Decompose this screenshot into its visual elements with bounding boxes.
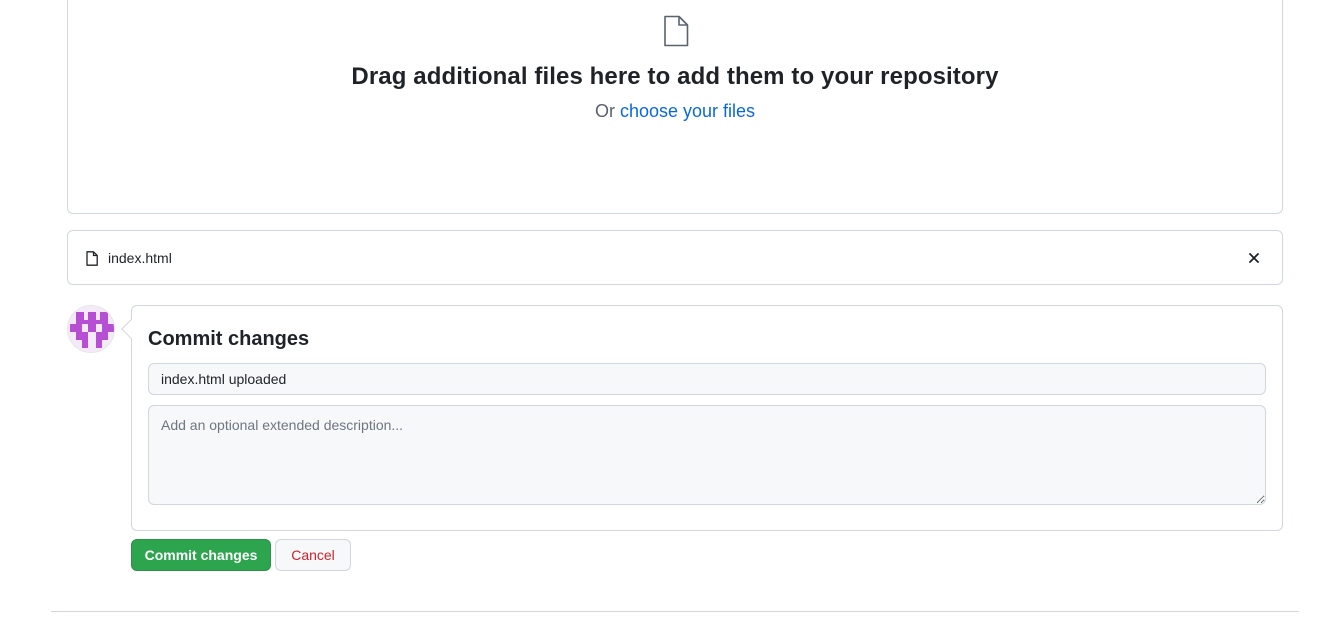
- or-text: Or: [594, 101, 620, 121]
- avatar: [67, 305, 115, 353]
- drop-zone-headline: Drag additional files here to add them t…: [351, 63, 999, 90]
- file-icon: [664, 15, 689, 47]
- commit-title: Commit changes: [148, 328, 310, 350]
- identicon: [68, 306, 114, 352]
- file-name: index.html: [108, 250, 172, 266]
- commit-form: Commit changes: [121, 305, 1283, 531]
- commit-summary-input[interactable]: [148, 363, 1266, 395]
- file-drop-zone[interactable]: Drag additional files here to add them t…: [67, 0, 1283, 214]
- file-icon: [86, 251, 98, 266]
- drop-zone-subline: Or choose your files: [68, 101, 1282, 122]
- commit-form-pointer: [121, 319, 141, 339]
- commit-description-input[interactable]: [148, 405, 1266, 505]
- uploaded-file-row: index.html: [67, 230, 1283, 285]
- commit-changes-button[interactable]: Commit changes: [131, 539, 271, 571]
- cancel-button[interactable]: Cancel: [275, 539, 351, 571]
- choose-files-link[interactable]: choose your files: [620, 101, 755, 121]
- remove-file-button[interactable]: [1244, 248, 1264, 268]
- footer-divider: [51, 611, 1299, 612]
- x-icon: [1249, 253, 1259, 263]
